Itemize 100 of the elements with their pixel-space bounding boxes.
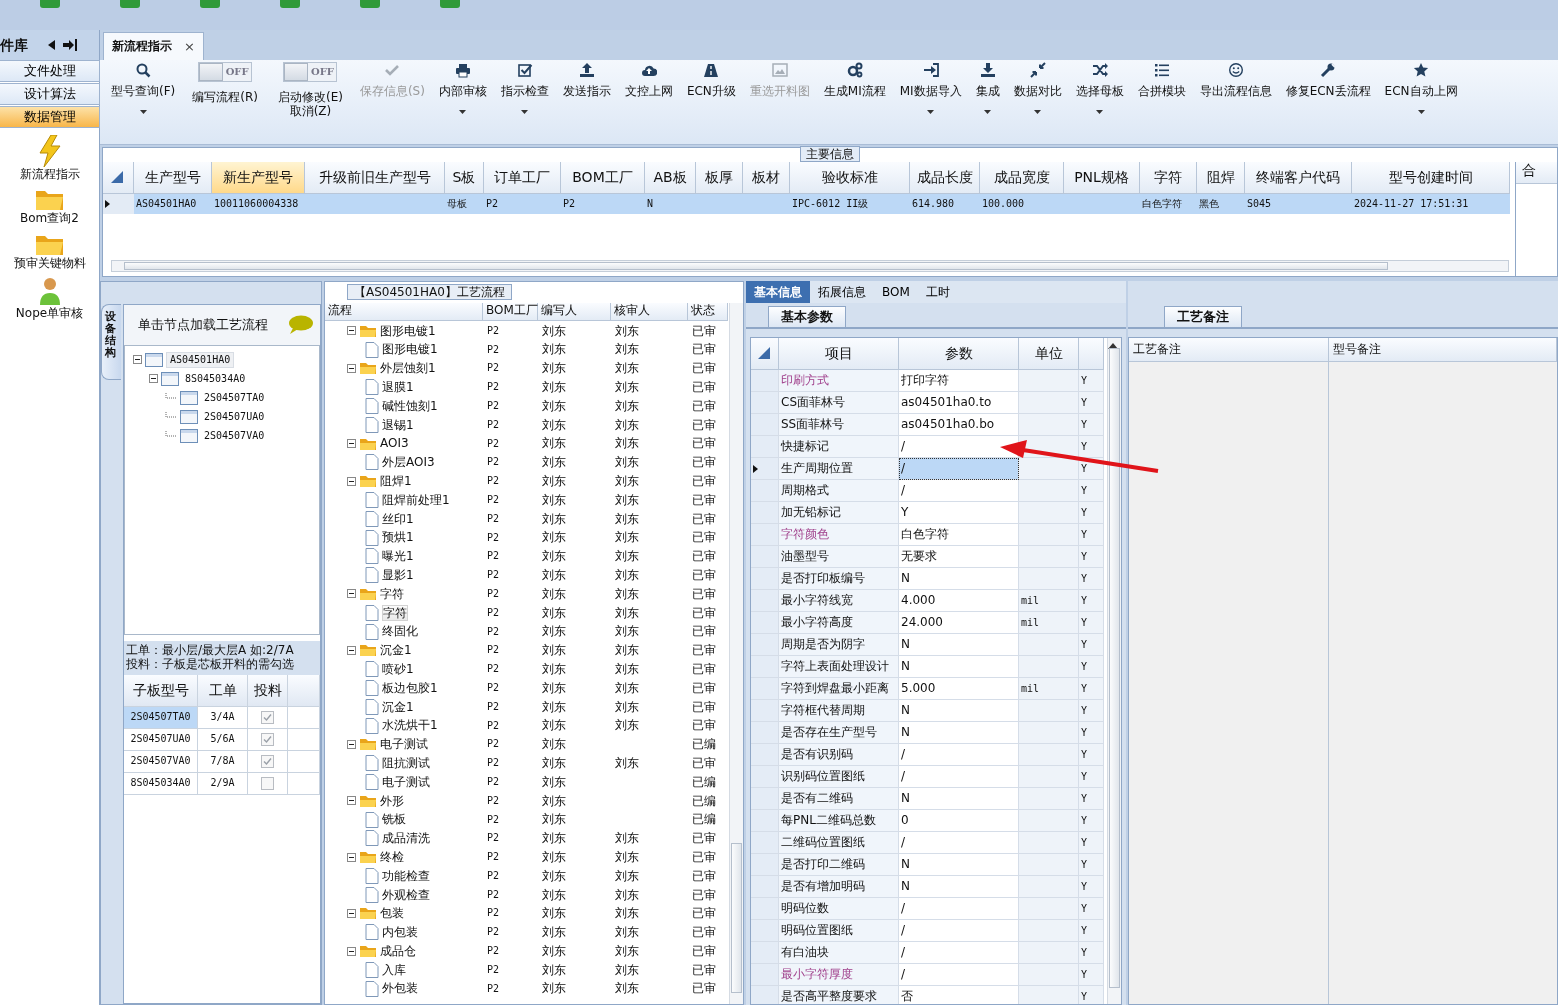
column-header[interactable]: 新生产型号 bbox=[212, 162, 305, 195]
column-header[interactable]: 验收标准 bbox=[790, 162, 910, 195]
toolbar-button[interactable]: 型号查询(F) bbox=[104, 62, 183, 115]
column-header[interactable]: S板 bbox=[445, 162, 484, 195]
collapse-icon[interactable] bbox=[347, 363, 356, 373]
launcher-label[interactable]: Bom查询2 bbox=[20, 211, 79, 226]
collapse-icon[interactable] bbox=[347, 645, 356, 655]
collapse-icon[interactable] bbox=[347, 739, 356, 749]
caret-icon[interactable] bbox=[1096, 110, 1104, 115]
checkbox[interactable] bbox=[261, 732, 274, 746]
column-header[interactable]: 订单工厂 bbox=[484, 162, 561, 195]
column-header[interactable]: 板材 bbox=[743, 162, 790, 195]
launcher-label[interactable]: 预审关键物料 bbox=[13, 255, 86, 271]
toolbar-button[interactable]: 指示检查 bbox=[493, 62, 556, 115]
toggle-switch[interactable]: OFF bbox=[283, 62, 338, 82]
toolbar-button[interactable]: 文控上网 bbox=[617, 62, 680, 99]
column-header[interactable]: 成品长度 bbox=[910, 162, 980, 195]
caret-icon[interactable] bbox=[1417, 110, 1425, 115]
tree-node[interactable]: 终检 bbox=[380, 849, 404, 865]
column-header[interactable]: 阻焊 bbox=[1197, 162, 1245, 195]
column-header[interactable]: 流程 bbox=[325, 303, 483, 322]
tab[interactable]: 基本信息 bbox=[746, 281, 810, 303]
launcher-label[interactable]: Nope单审核 bbox=[15, 306, 84, 321]
tree-node[interactable]: 碱性蚀刻1 bbox=[382, 398, 438, 414]
tree-node[interactable]: 2S04507UA0 bbox=[201, 409, 268, 424]
horizontal-scrollbar[interactable] bbox=[111, 260, 1509, 272]
caret-icon[interactable] bbox=[521, 110, 529, 115]
toolbar-button[interactable]: 选择母板 bbox=[1068, 62, 1131, 115]
tree-node[interactable]: 字符 bbox=[380, 586, 404, 602]
tree-node[interactable]: 图形电镀1 bbox=[382, 342, 438, 357]
tree-node[interactable]: 水洗烘干1 bbox=[382, 718, 438, 733]
column-header[interactable]: BOM工厂 bbox=[483, 303, 538, 322]
tree-node[interactable]: 预烘1 bbox=[382, 530, 414, 545]
column-header[interactable]: 投料 bbox=[248, 674, 288, 707]
column-header[interactable]: 板厚 bbox=[696, 162, 743, 195]
sidebar-item[interactable]: 文件处理 bbox=[0, 60, 100, 82]
column-header[interactable]: 终端客户代码 bbox=[1245, 162, 1352, 195]
tab[interactable]: BOM bbox=[874, 281, 918, 303]
tree-node[interactable]: 内包装 bbox=[382, 925, 418, 940]
vertical-scrollbar[interactable] bbox=[729, 303, 743, 1004]
tree-node[interactable]: 外观检查 bbox=[382, 887, 430, 902]
tree-node[interactable]: 外层AOI3 bbox=[382, 455, 435, 470]
tab[interactable]: 工时 bbox=[917, 281, 958, 303]
tree-node[interactable]: 显影1 bbox=[382, 567, 414, 583]
toolbar-button[interactable]: 合拼模块 bbox=[1130, 62, 1193, 99]
column-header[interactable]: PNL规格 bbox=[1064, 162, 1140, 195]
toolbar-button[interactable]: 修复ECN丢流程 bbox=[1278, 62, 1378, 99]
collapse-icon[interactable] bbox=[347, 852, 356, 862]
tree-node[interactable]: 2S04507VA0 bbox=[201, 428, 268, 443]
collapse-icon[interactable] bbox=[149, 374, 158, 383]
tree-node[interactable]: 阻焊1 bbox=[380, 473, 412, 489]
tab[interactable]: 工艺备注 bbox=[1164, 306, 1242, 327]
column-header[interactable]: AB板 bbox=[645, 162, 696, 195]
tree-node[interactable]: 外层蚀刻1 bbox=[380, 361, 436, 376]
toolbar-button[interactable]: ECN升级 bbox=[679, 62, 743, 99]
column-header[interactable]: 参数 bbox=[899, 338, 1019, 370]
column-header[interactable]: 子板型号 bbox=[124, 674, 198, 707]
tree-node[interactable]: 沉金1 bbox=[380, 643, 412, 658]
tree-node[interactable]: 曝光1 bbox=[382, 549, 414, 564]
tree-node[interactable]: 沉金1 bbox=[382, 699, 414, 714]
tree-node[interactable]: 丝印1 bbox=[382, 511, 414, 526]
tree-node[interactable]: 退膜1 bbox=[382, 380, 414, 395]
tree-node[interactable]: 图形电镀1 bbox=[380, 323, 436, 338]
column-header[interactable]: 生产型号 bbox=[134, 162, 212, 195]
tree-node[interactable]: 铣板 bbox=[382, 812, 406, 827]
toolbar-button[interactable]: MI数据导入 bbox=[892, 62, 969, 115]
column-header[interactable]: 状态 bbox=[688, 303, 728, 322]
checkbox[interactable] bbox=[261, 776, 274, 790]
tree-node[interactable]: 阻抗测试 bbox=[382, 755, 430, 771]
side-tab[interactable]: 设备结构 bbox=[101, 304, 121, 381]
collapse-icon[interactable] bbox=[347, 589, 356, 599]
vertical-scrollbar[interactable] bbox=[1107, 338, 1121, 1004]
tree-node[interactable]: 板边包胶1 bbox=[382, 680, 438, 696]
toggle-switch[interactable]: OFF bbox=[198, 62, 253, 82]
tree-node[interactable]: 功能检查 bbox=[382, 868, 430, 884]
checkbox[interactable] bbox=[261, 754, 274, 768]
exit-icon[interactable] bbox=[63, 39, 77, 51]
sidebar-item[interactable]: 数据管理 bbox=[0, 106, 100, 128]
column-header[interactable]: 项目 bbox=[779, 338, 899, 370]
collapse-icon[interactable] bbox=[347, 476, 356, 486]
tree-node[interactable]: 外形 bbox=[380, 793, 404, 808]
caret-icon[interactable] bbox=[139, 110, 147, 115]
launcher-label[interactable]: 新流程指示 bbox=[19, 167, 80, 182]
collapse-icon[interactable] bbox=[347, 439, 356, 449]
caret-icon[interactable] bbox=[459, 110, 467, 115]
tree-node[interactable]: 8S045034A0 bbox=[182, 371, 249, 386]
toolbar-button[interactable]: 数据对比 bbox=[1006, 62, 1069, 115]
tree-node[interactable]: 阻焊前处理1 bbox=[382, 492, 450, 508]
close-button[interactable]: × bbox=[184, 38, 195, 55]
collapse-left-icon[interactable] bbox=[48, 40, 55, 50]
tree-node[interactable]: 字符 bbox=[382, 604, 408, 621]
toolbar-button[interactable]: 生成MI流程 bbox=[816, 62, 893, 99]
column-header[interactable]: 单位 bbox=[1019, 338, 1079, 370]
tree-node[interactable]: 包装 bbox=[380, 906, 404, 921]
caret-icon[interactable] bbox=[1034, 110, 1042, 115]
collapse-icon[interactable] bbox=[347, 946, 356, 956]
column-header[interactable]: 工单 bbox=[198, 674, 248, 707]
toolbar-button[interactable]: 导出流程信息 bbox=[1192, 62, 1279, 99]
column-header[interactable]: 字符 bbox=[1140, 162, 1197, 195]
column-header[interactable]: 型号创建时间 bbox=[1352, 162, 1510, 195]
